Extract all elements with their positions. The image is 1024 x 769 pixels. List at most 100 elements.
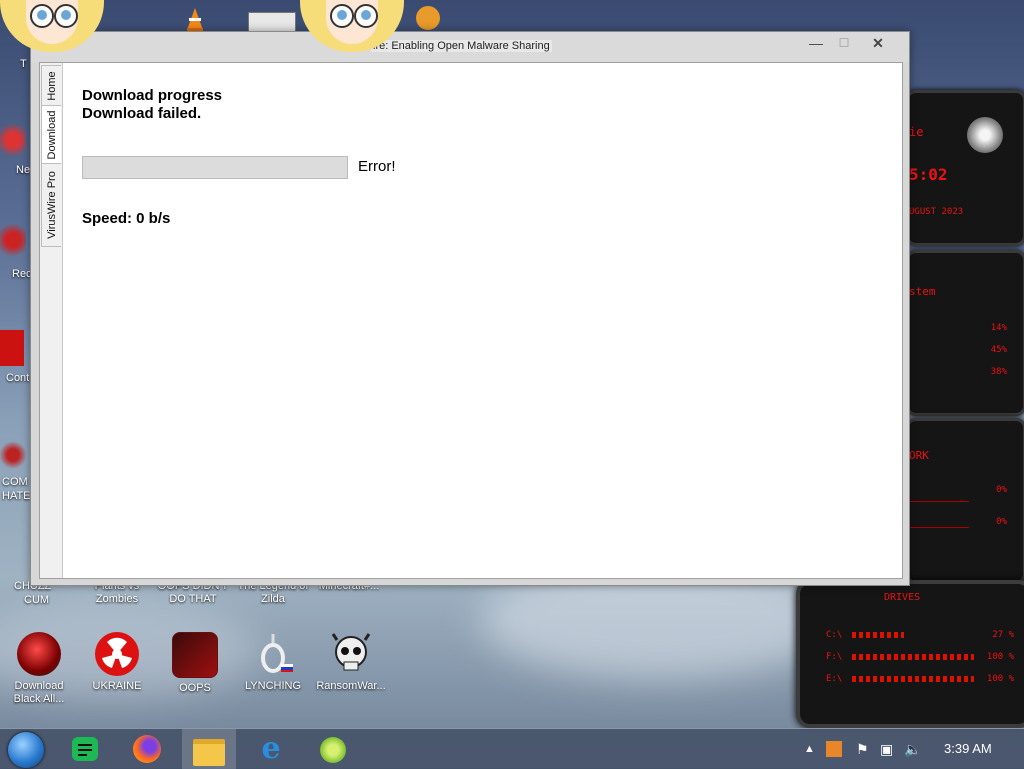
gadget-clock-fragment-left: ie — [909, 125, 924, 139]
partial-label: Ne — [16, 164, 31, 176]
gadget-network-value: 0% — [996, 517, 1007, 527]
partial-label: COM — [2, 476, 28, 488]
partial-label: HATE — [2, 490, 31, 502]
file-explorer-icon — [193, 739, 225, 766]
tab-label: Home — [45, 71, 58, 101]
mascot-eye — [54, 4, 78, 28]
taskbar-notes[interactable] — [58, 729, 112, 769]
maximize-button[interactable]: ☐ — [827, 32, 861, 56]
gadget-system-value: 38% — [990, 367, 1007, 377]
drive-value: 100 % — [986, 652, 1014, 662]
drive-label: F:\ — [826, 652, 843, 662]
tab-label: VirusWire Pro — [45, 171, 58, 239]
gadget-system-value: 14% — [990, 323, 1007, 333]
desktop-icon-oops[interactable]: OOPS — [158, 632, 232, 695]
drive-row: E:\ 100 % — [826, 674, 1014, 684]
gadget-network-value: 0% — [996, 485, 1007, 495]
icon-label: OOPS — [179, 682, 211, 694]
mascot-eye — [330, 4, 354, 28]
network-graph — [909, 481, 969, 502]
taskbar-app[interactable] — [306, 729, 360, 769]
drive-label: C:\ — [826, 630, 843, 640]
drive-bar — [852, 632, 904, 638]
skull-icon — [329, 632, 373, 676]
tab-home[interactable]: Home — [41, 65, 61, 107]
drives-gadget: DRIVES C:\ 27 % F:\ 100 % E:\ 100 % — [796, 580, 1024, 728]
action-center-flag-icon[interactable]: ⚑ — [856, 729, 869, 769]
drive-bar — [852, 654, 974, 660]
system-gadget: stem 14% 45% 38% — [906, 250, 1024, 416]
network-icon[interactable]: ▣ — [880, 729, 893, 769]
vlc-icon[interactable] — [186, 8, 204, 32]
partial-label: T — [20, 58, 27, 70]
taskbar-firefox[interactable] — [120, 729, 174, 769]
gadget-network-label: ORK — [909, 449, 929, 462]
close-button[interactable]: ✕ — [861, 32, 895, 56]
drive-row: F:\ 100 % — [826, 652, 1014, 662]
network-graph — [909, 515, 969, 528]
download-status: Download failed. — [82, 105, 202, 122]
radiation-icon — [95, 632, 139, 676]
app-window: ire: Enabling Open Malware Sharing — ☐ ✕… — [30, 31, 910, 586]
download-panel: Download progress Download failed. Error… — [82, 87, 396, 227]
desktop-icon-partial[interactable] — [0, 120, 26, 160]
icon-label: Download Black All... — [13, 680, 65, 705]
network-gadget: ORK 0% 0% — [906, 418, 1024, 584]
mascot-eye — [30, 4, 54, 28]
tray-app-icon[interactable] — [826, 741, 842, 757]
tab-label: Download — [45, 110, 58, 160]
desktop-icon-partial[interactable] — [0, 440, 26, 470]
gadget-system-value: 45% — [990, 345, 1007, 355]
partial-label: Rec — [12, 268, 32, 280]
download-heading: Download progress — [82, 87, 223, 104]
app-lime-icon — [320, 737, 346, 763]
partial-label: Cont — [6, 372, 30, 384]
taskbar-internet-explorer[interactable]: e — [244, 729, 298, 769]
drive-row: C:\ 27 % — [826, 630, 1014, 640]
icon-label: RansomWar... — [316, 680, 386, 692]
app-icon-top-right[interactable] — [416, 6, 440, 30]
mascot-eye — [354, 4, 378, 28]
volume-icon[interactable]: 🔈 — [904, 729, 921, 769]
drive-bar — [852, 676, 974, 682]
drive-value: 27 % — [992, 630, 1014, 640]
oops-icon — [172, 632, 218, 678]
noose-icon — [251, 632, 295, 676]
desktop-icon-ukraine[interactable]: UKRAINE — [80, 632, 154, 693]
icon-label: LYNCHING — [244, 680, 302, 692]
gadget-clock: 5:02 — [909, 165, 948, 184]
drive-value: 100 % — [986, 674, 1014, 684]
anime-mascot-overlay — [0, 0, 104, 52]
download-black-icon — [17, 632, 61, 676]
gadget-drives-label: DRIVES — [884, 592, 921, 603]
tab-download[interactable]: Download — [41, 105, 61, 165]
tab-viruswire-pro[interactable]: VirusWire Pro — [41, 163, 61, 247]
notes-icon — [72, 737, 98, 761]
desktop-icon-download-black[interactable]: Download Black All... — [2, 632, 76, 706]
desktop-icon-partial[interactable] — [0, 330, 24, 366]
alien-icon — [967, 117, 1003, 153]
progress-error-label: Error! — [358, 158, 396, 175]
desktop-icon-lynching[interactable]: LYNCHING — [236, 632, 310, 693]
window-client-area: Home Download VirusWire Pro Download pro… — [39, 62, 903, 579]
drive-label: E:\ — [826, 674, 843, 684]
firefox-icon — [133, 735, 161, 763]
anime-mascot-overlay — [300, 0, 404, 52]
desktop-icon-partial[interactable] — [0, 220, 26, 260]
show-hidden-icons-chevron[interactable]: ▲ — [804, 729, 815, 769]
title-bar[interactable]: ire: Enabling Open Malware Sharing — ☐ ✕ — [31, 32, 909, 62]
partial-label: CUM — [24, 594, 50, 606]
taskbar: e ▲ ⚑ ▣ 🔈 3:39 AM — [0, 728, 1024, 769]
vertical-tab-strip: Home Download VirusWire Pro — [40, 63, 63, 578]
download-speed: Speed: 0 b/s — [82, 210, 171, 227]
icon-label: UKRAINE — [92, 680, 142, 692]
internet-explorer-icon: e — [261, 731, 281, 766]
clock-gadget: ie 5:02 UGUST 2023 — [906, 90, 1024, 246]
clock[interactable]: 3:39 AM — [944, 729, 992, 769]
taskbar-file-explorer[interactable] — [182, 729, 236, 769]
start-orb[interactable] — [8, 732, 44, 768]
gadget-system-label: stem — [909, 285, 936, 298]
gadget-date: UGUST 2023 — [909, 207, 964, 217]
desktop-icon-ransomware[interactable]: RansomWar... — [314, 632, 388, 693]
download-progress-bar — [82, 156, 348, 179]
